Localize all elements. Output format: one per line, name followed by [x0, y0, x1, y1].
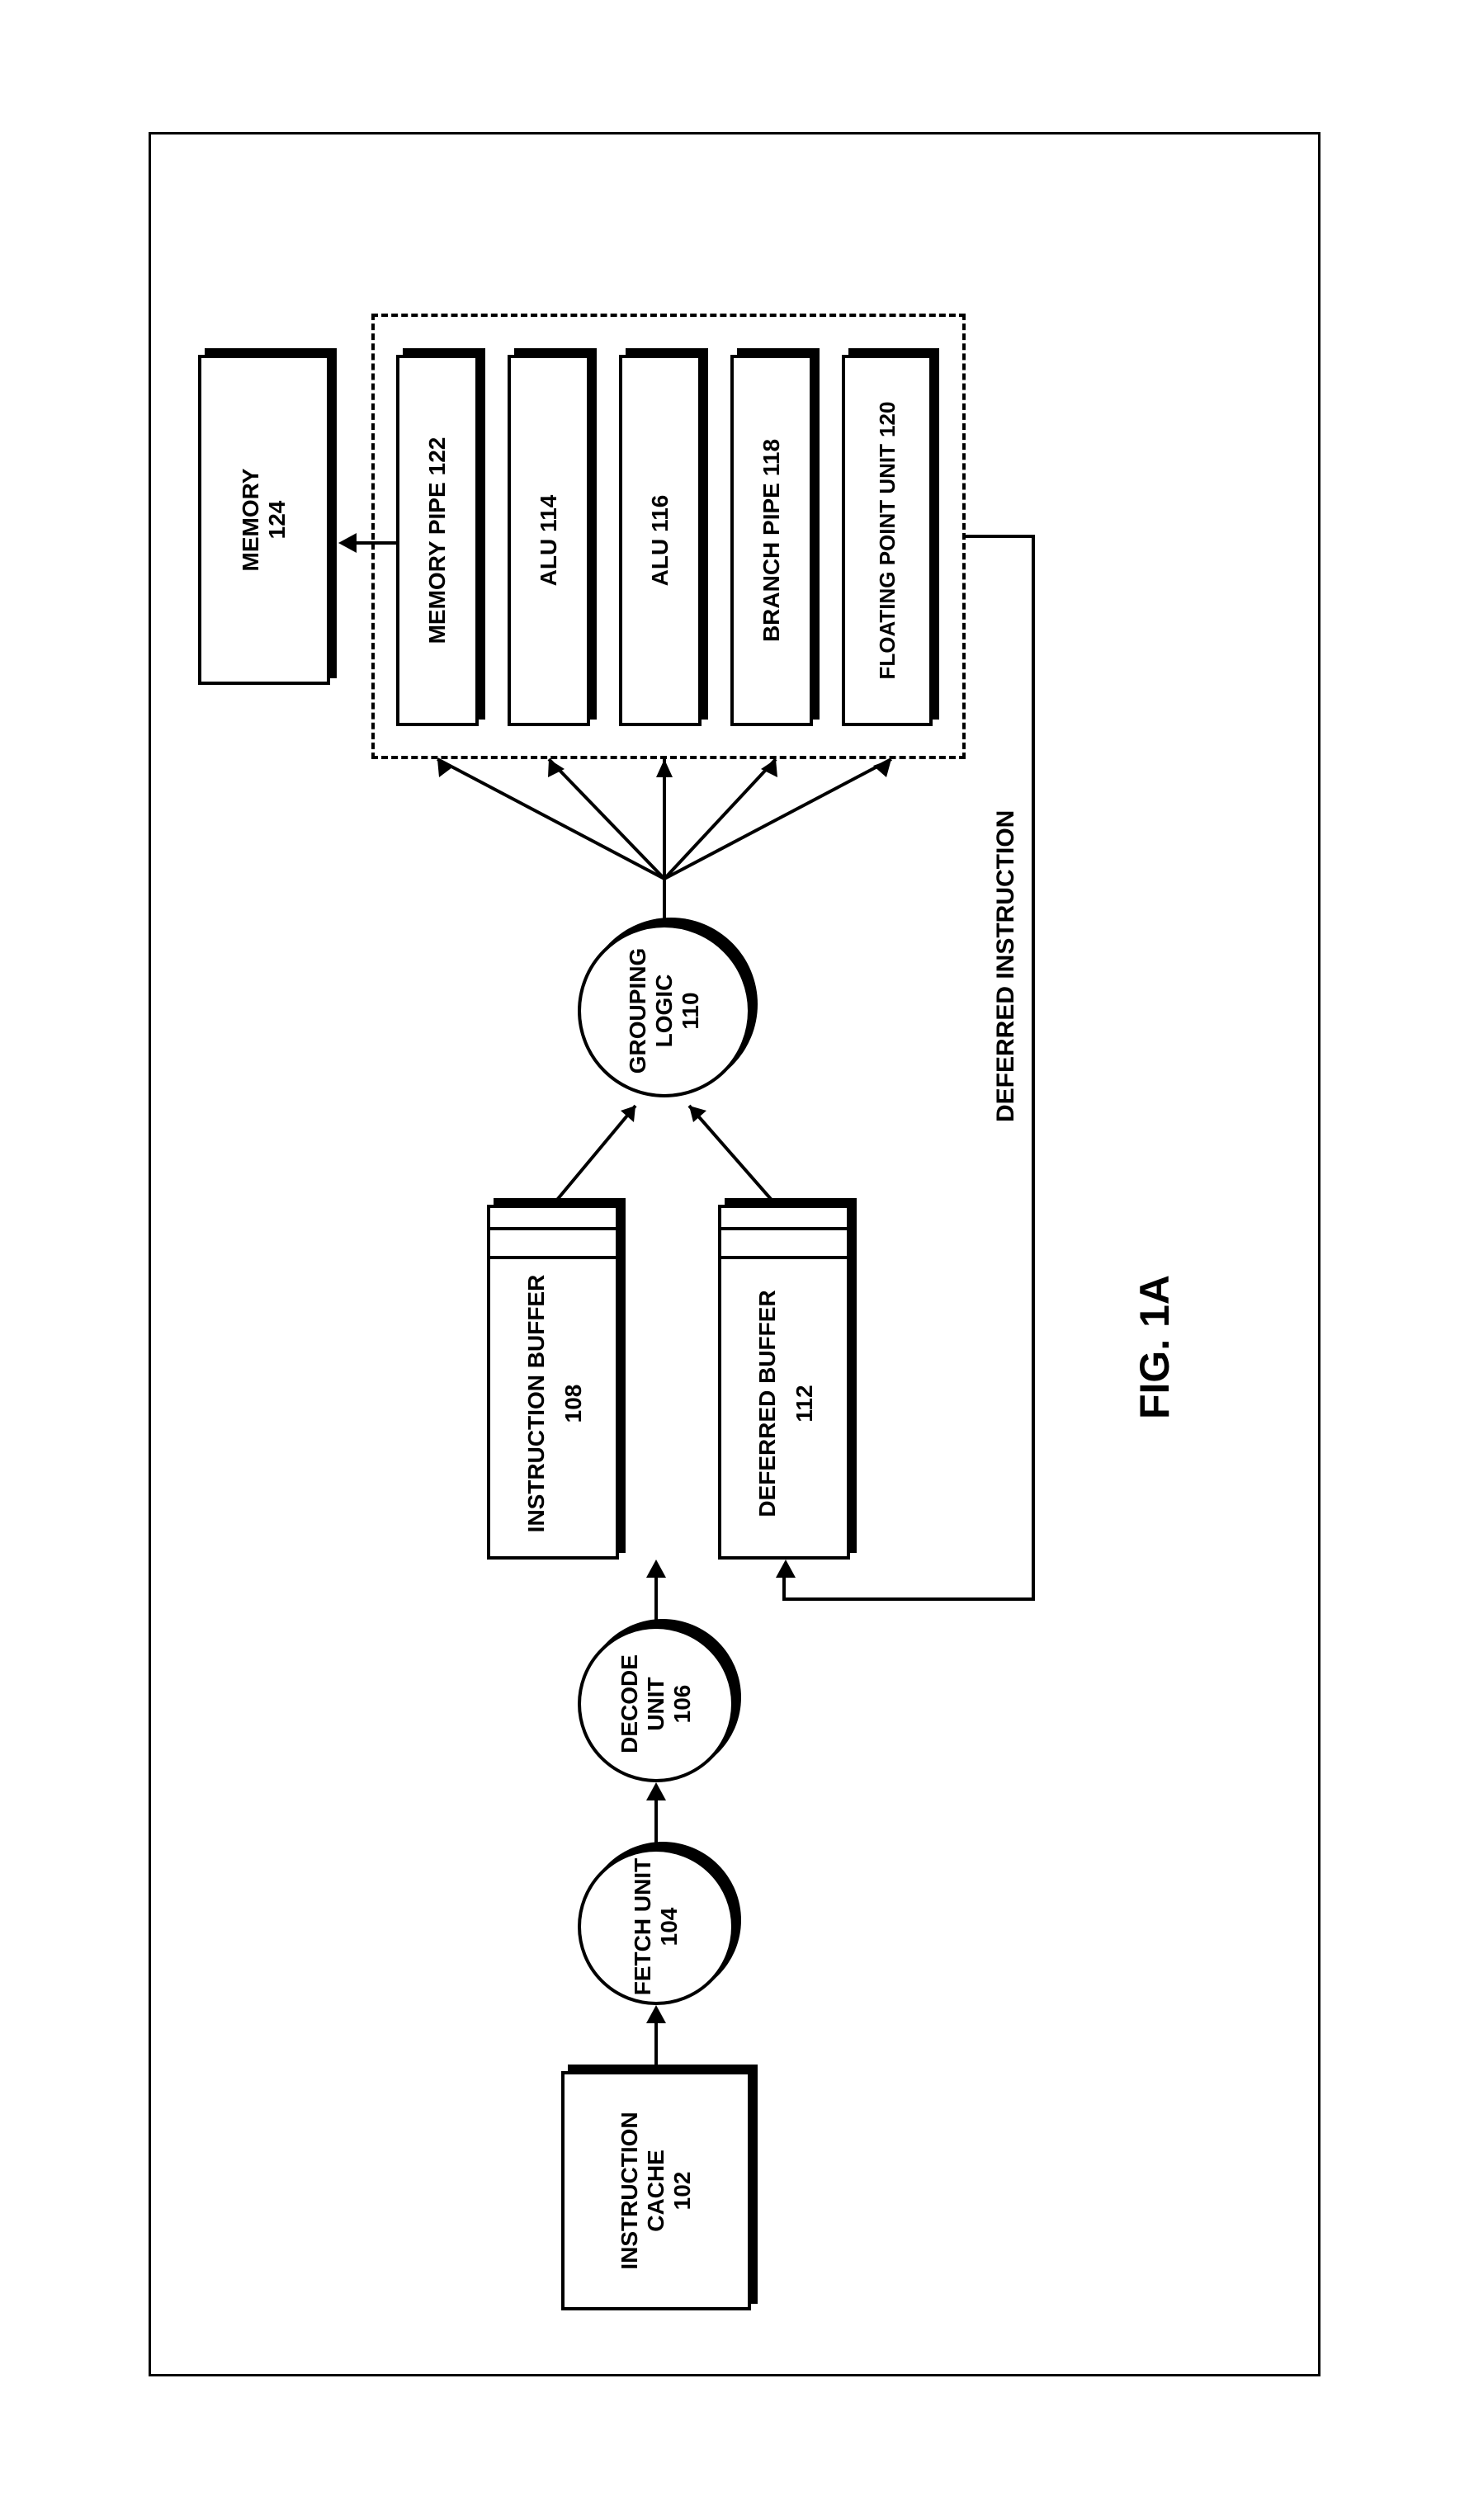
block-label: DEFERRED BUFFER	[754, 1267, 781, 1540]
block-number: 114	[536, 495, 562, 532]
alu-1-block: ALU 114	[508, 355, 590, 726]
alu-2-block: ALU 116	[619, 355, 702, 726]
block-label: FLOATING POINT UNIT	[875, 444, 900, 680]
block-number: 108	[560, 1267, 587, 1540]
block-label: BRANCH PIPE	[758, 483, 785, 642]
block-number: 104	[656, 1908, 683, 1947]
block-label: DECODE UNIT	[617, 1629, 669, 1779]
block-label: FETCH UNIT	[630, 1858, 656, 1995]
block-number: 118	[758, 439, 785, 476]
instruction-cache-block: INSTRUCTION CACHE 102	[561, 2071, 751, 2310]
block-label: MEMORY PIPE	[424, 482, 451, 644]
block-label: INSTRUCTION BUFFER	[523, 1267, 550, 1540]
block-number: 106	[669, 1685, 696, 1724]
instruction-buffer-block: INSTRUCTION BUFFER 108	[487, 1205, 619, 1560]
page-frame: INSTRUCTION CACHE 102 FETCH UNIT 104 DEC…	[149, 132, 1320, 2376]
block-label: INSTRUCTION CACHE	[617, 2074, 669, 2307]
block-number: 102	[669, 2172, 696, 2211]
memory-pipe-block: MEMORY PIPE 122	[396, 355, 479, 726]
processor-pipeline-diagram: INSTRUCTION CACHE 102 FETCH UNIT 104 DEC…	[149, 132, 1320, 2376]
decode-unit-block: DECODE UNIT 106	[578, 1626, 735, 1782]
deferred-instruction-label: DEFERRED INSTRUCTION	[992, 810, 1020, 1122]
block-number: 122	[424, 437, 451, 476]
block-label: GROUPING LOGIC	[625, 927, 678, 1094]
block-number: 110	[678, 992, 704, 1029]
block-label: ALU	[647, 539, 673, 587]
figure-caption: FIG. 1A	[1131, 1275, 1179, 1419]
fpu-block: FLOATING POINT UNIT 120	[842, 355, 933, 726]
block-number: 124	[264, 501, 291, 540]
block-label: ALU	[536, 539, 562, 587]
block-number: 120	[875, 402, 900, 437]
grouping-fanout-arrows	[404, 726, 933, 924]
block-label: MEMORY	[238, 469, 264, 572]
block-number: 116	[647, 495, 673, 532]
fetch-unit-block: FETCH UNIT 104	[578, 1848, 735, 2005]
memory-block: MEMORY 124	[198, 355, 330, 685]
block-number: 112	[791, 1267, 818, 1540]
grouping-logic-block: GROUPING LOGIC 110	[578, 924, 751, 1097]
deferred-buffer-block: DEFERRED BUFFER 112	[718, 1205, 850, 1560]
branch-pipe-block: BRANCH PIPE 118	[730, 355, 813, 726]
